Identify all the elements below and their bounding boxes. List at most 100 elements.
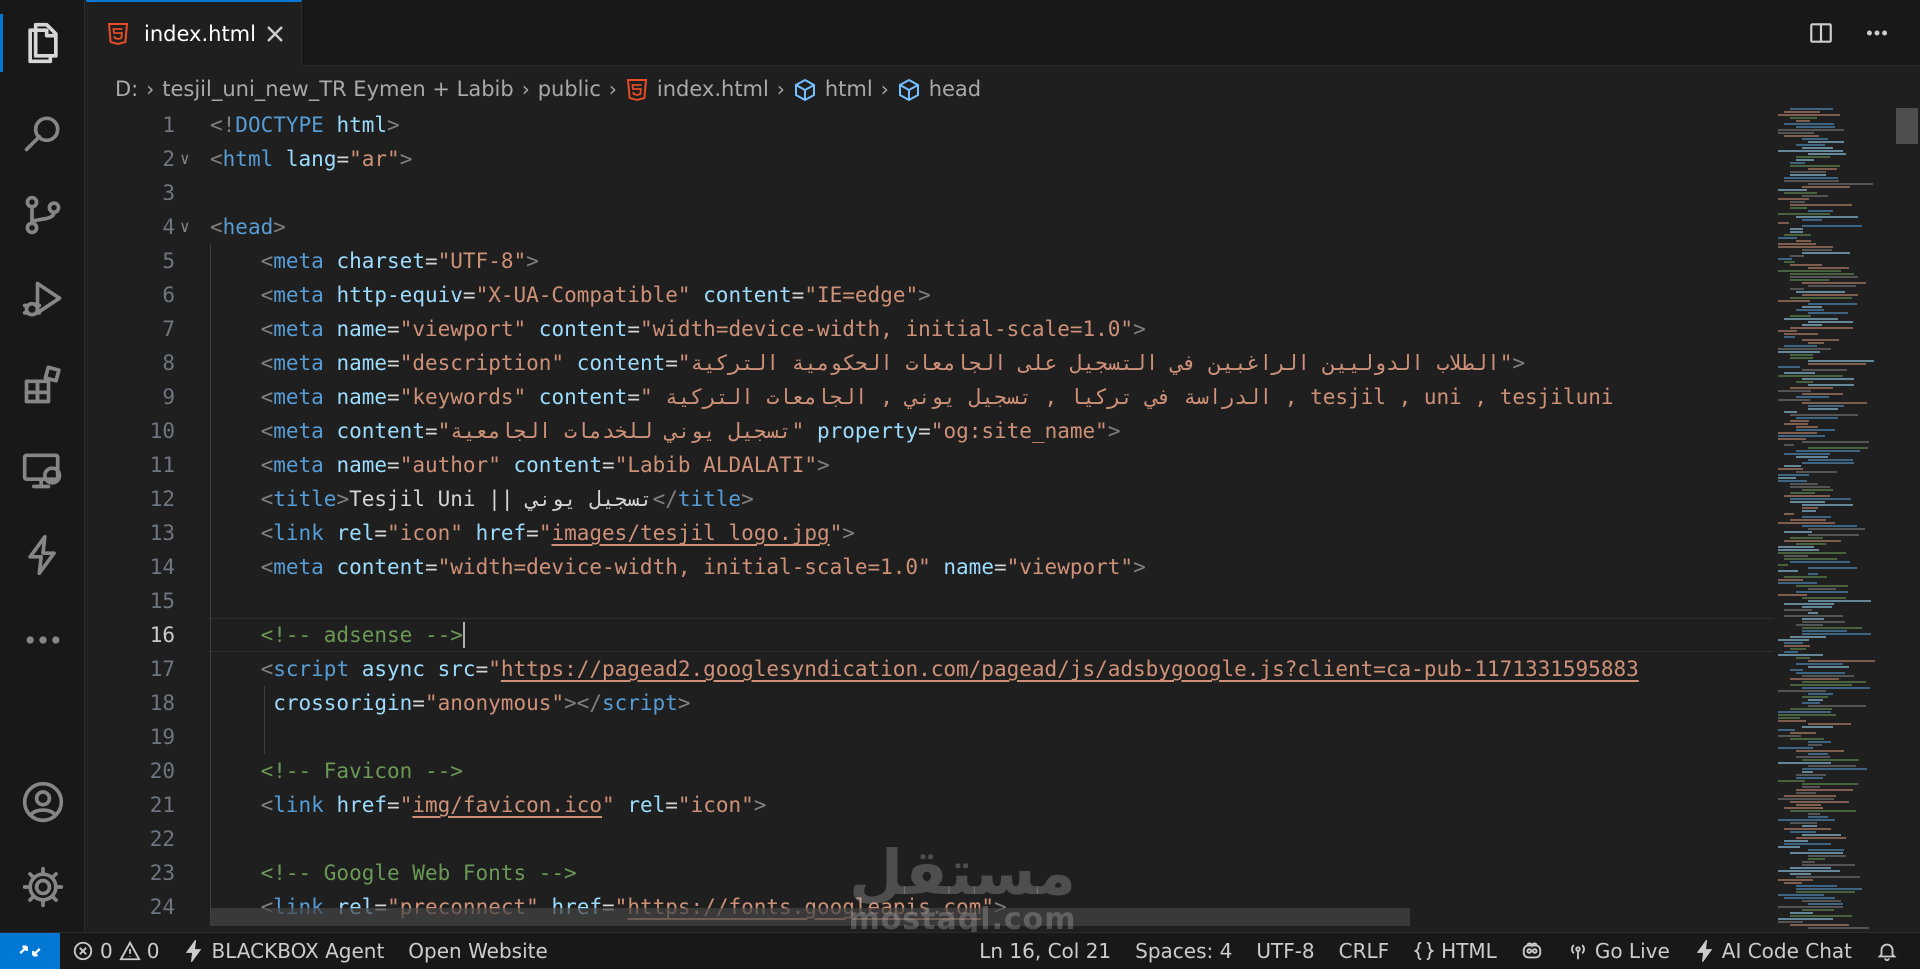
- line-number: 24: [149, 895, 175, 919]
- run-debug-icon[interactable]: [0, 265, 85, 335]
- code-token: html: [222, 147, 274, 171]
- code-editor[interactable]: 1 2 ∨ 3 4 ∨ 5 6 7 8 9 10 11 12 13 14 15 16 17 18 19 20 21 22 23 2…: [86, 108, 1774, 932]
- code-token: href: [475, 521, 527, 545]
- minimap-line: [1790, 162, 1805, 164]
- code-token: "X-UA-Compatible": [475, 283, 691, 307]
- code-token: meta: [273, 453, 324, 477]
- minimap-line: [1778, 432, 1817, 434]
- minimap-line: [1778, 132, 1814, 134]
- minimap-line: [1784, 828, 1831, 830]
- code-line: <html lang="ar">: [210, 142, 412, 176]
- minimap-line: [1784, 840, 1808, 842]
- breadcrumb-head-label: head: [928, 76, 982, 101]
- tab-label: index.html: [144, 22, 256, 46]
- html5-icon: [107, 23, 129, 46]
- vertical-scrollbar[interactable]: [1894, 108, 1920, 932]
- more-icon[interactable]: [0, 605, 85, 675]
- code-line: <title>Tesjil Uni || تسجيل يوني</title>: [210, 482, 754, 516]
- minimap-line: [1802, 441, 1869, 443]
- minimap-line: [1796, 750, 1844, 752]
- settings-gear-icon[interactable]: [0, 852, 85, 922]
- minimap-line: [1796, 291, 1845, 293]
- breadcrumb-drive[interactable]: D:: [115, 77, 138, 101]
- breadcrumb-project[interactable]: tesjil_uni_new_TR Eymen + Labib: [162, 77, 513, 101]
- minimap-line: [1778, 564, 1788, 566]
- search-icon[interactable]: [0, 98, 85, 168]
- copilot-button[interactable]: [1509, 933, 1555, 969]
- minimap-line: [1808, 816, 1828, 818]
- minimap-line: [1784, 465, 1801, 467]
- code-token: meta: [273, 283, 324, 307]
- indentation[interactable]: Spaces: 4: [1123, 933, 1244, 969]
- minimap-line: [1778, 582, 1817, 584]
- minimap-line: [1790, 537, 1823, 539]
- account-icon[interactable]: [0, 767, 85, 837]
- minimap-line: [1778, 348, 1831, 350]
- minimap-line: [1778, 480, 1807, 482]
- code-token: >: [842, 521, 855, 545]
- blackbox-agent-button[interactable]: BLACKBOX Agent: [171, 933, 396, 969]
- language-mode[interactable]: HTML: [1401, 933, 1509, 969]
- go-live-button[interactable]: Go Live: [1555, 933, 1682, 969]
- extensions-icon[interactable]: [0, 350, 85, 420]
- breadcrumb-symbol-head[interactable]: head: [897, 77, 981, 102]
- cursor-position[interactable]: Ln 16, Col 21: [967, 933, 1123, 969]
- code-token: ></: [564, 691, 602, 715]
- blackbox-icon[interactable]: [0, 520, 85, 590]
- minimap-line: [1802, 507, 1818, 509]
- code-token: <: [210, 147, 223, 171]
- problems-indicator[interactable]: 0 0: [60, 933, 171, 969]
- breadcrumb-folder[interactable]: public: [538, 77, 601, 101]
- code-token: >: [526, 249, 539, 273]
- fold-chevron-icon[interactable]: ∨: [180, 210, 196, 244]
- minimap-line: [1796, 804, 1821, 806]
- code-token: >: [273, 215, 286, 239]
- minimap-line: [1790, 201, 1805, 203]
- open-website-button[interactable]: Open Website: [396, 933, 560, 969]
- minimap-line: [1808, 342, 1824, 344]
- go-live-label: Go Live: [1594, 939, 1670, 963]
- minimap-line: [1796, 159, 1814, 161]
- code-token: content: [576, 351, 666, 375]
- minimap-line: [1808, 567, 1857, 569]
- minimap-line: [1790, 273, 1854, 275]
- close-icon[interactable]: [263, 22, 287, 46]
- more-actions-icon[interactable]: [1864, 20, 1890, 46]
- remote-explorer-icon[interactable]: [0, 435, 85, 505]
- source-control-icon[interactable]: [0, 180, 85, 250]
- explorer-icon[interactable]: [0, 8, 85, 78]
- line-ending[interactable]: CRLF: [1327, 933, 1402, 969]
- minimap-line: [1790, 492, 1815, 494]
- horizontal-scrollbar[interactable]: [210, 908, 1410, 926]
- code-token: >: [1107, 419, 1121, 443]
- breadcrumb-symbol-html[interactable]: html: [793, 77, 873, 102]
- minimap-line: [1802, 696, 1828, 698]
- minimap-line: [1784, 111, 1820, 113]
- minimap-line: [1796, 624, 1823, 626]
- scrollbar-thumb[interactable]: [1896, 108, 1918, 144]
- minimap[interactable]: [1774, 108, 1894, 932]
- minimap-line: [1778, 870, 1840, 872]
- editor-actions: [1808, 20, 1890, 46]
- code-line: <meta name="author" content="Labib ALDAL…: [210, 448, 830, 482]
- tab-index-html[interactable]: index.html: [86, 0, 302, 66]
- minimap-line: [1790, 867, 1831, 869]
- split-editor-icon[interactable]: [1808, 20, 1834, 46]
- code-token: >: [399, 147, 413, 171]
- ai-code-chat-button[interactable]: AI Code Chat: [1682, 933, 1864, 969]
- fold-chevron-icon[interactable]: ∨: [180, 142, 196, 176]
- minimap-line: [1802, 294, 1858, 296]
- encoding[interactable]: UTF-8: [1244, 933, 1326, 969]
- minimap-line: [1784, 843, 1831, 845]
- minimap-line: [1802, 339, 1839, 341]
- remote-indicator[interactable]: [0, 932, 60, 969]
- code-token: property: [816, 419, 919, 443]
- code-token: ": [488, 657, 501, 681]
- code-token: img/favicon.ico: [412, 793, 603, 817]
- notifications-button[interactable]: [1864, 933, 1920, 969]
- breadcrumb-file[interactable]: index.html: [625, 77, 769, 102]
